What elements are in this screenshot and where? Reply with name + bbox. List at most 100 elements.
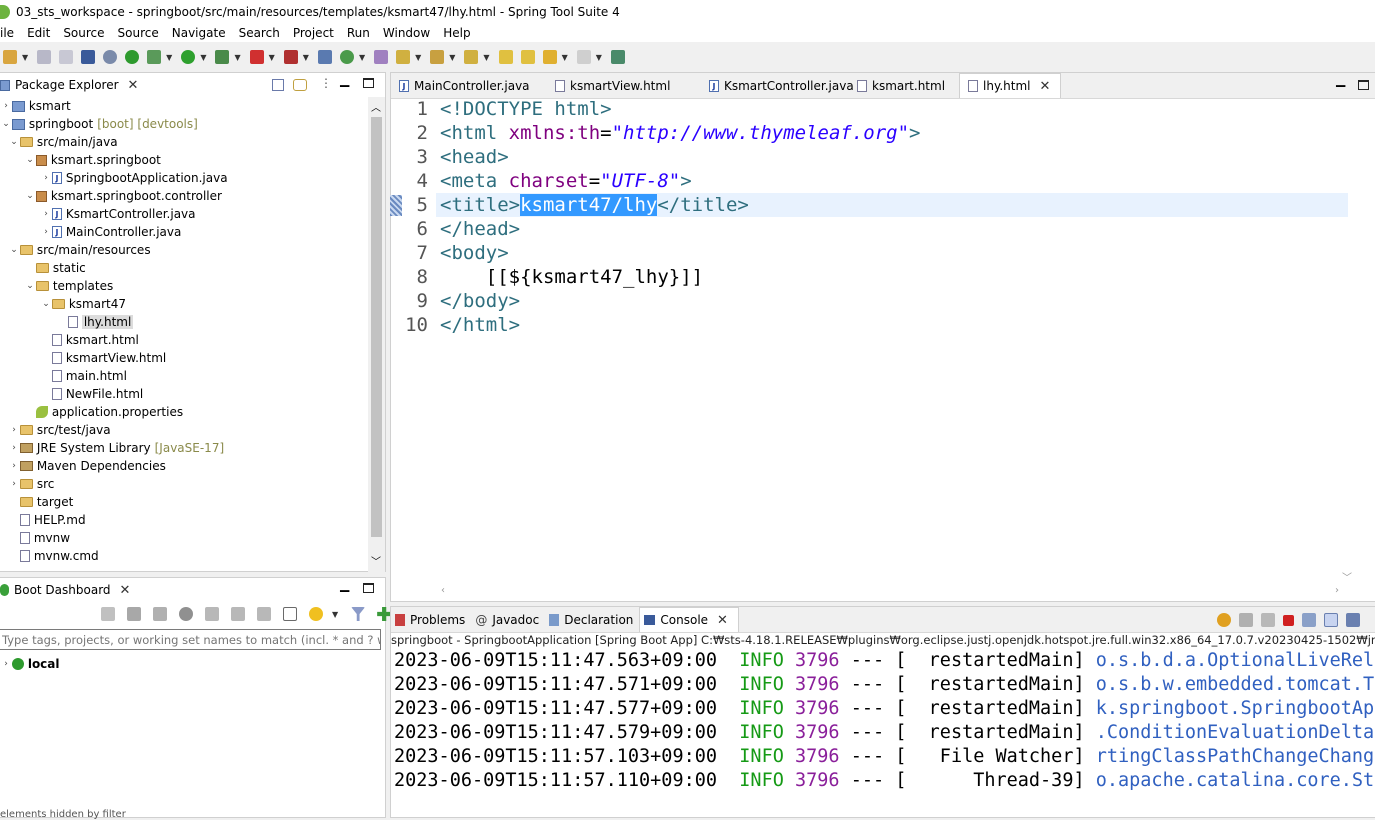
chevron-down-icon[interactable]: ▼: [269, 53, 275, 62]
link-editor-icon[interactable]: [293, 79, 307, 91]
edit-icon[interactable]: [257, 607, 271, 621]
scroll-down-icon[interactable]: ﹀: [1342, 569, 1352, 584]
remove-launch-icon[interactable]: [1239, 613, 1253, 627]
chevron-down-icon[interactable]: ⌄: [24, 281, 36, 291]
tree-item[interactable]: ksmartView.html: [40, 349, 166, 367]
chevron-right-icon[interactable]: ›: [8, 443, 20, 453]
chevron-down-icon[interactable]: ▼: [449, 53, 455, 62]
chevron-down-icon[interactable]: ▼: [483, 53, 489, 62]
tree-item[interactable]: NewFile.html: [40, 385, 143, 403]
tree-item[interactable]: ⌄ src/main/java: [8, 133, 117, 151]
menu-file[interactable]: ile: [0, 26, 14, 40]
maximize-icon[interactable]: [1358, 80, 1369, 90]
tree-item[interactable]: › J KsmartController.java: [40, 205, 195, 223]
tab-boot-dashboard[interactable]: Boot Dashboard ✕: [0, 578, 141, 602]
open-task-icon[interactable]: [396, 50, 411, 64]
chevron-right-icon[interactable]: ›: [40, 209, 52, 219]
tree-item-local[interactable]: › local: [0, 655, 59, 673]
editor-scrollbar-vertical[interactable]: ﹀: [1339, 99, 1356, 589]
tree-item[interactable]: › ksmart: [0, 97, 71, 115]
tree-item[interactable]: › JRE System Library [JavaSE-17]: [8, 439, 224, 457]
stop-icon[interactable]: [153, 607, 167, 621]
chevron-down-icon[interactable]: ⌄: [24, 191, 36, 201]
menu-run[interactable]: Run: [347, 26, 370, 40]
relaunch-icon[interactable]: [283, 50, 298, 64]
maximize-icon[interactable]: [363, 78, 374, 88]
chevron-down-icon[interactable]: ▼: [562, 53, 568, 62]
chevron-right-icon[interactable]: ›: [40, 173, 52, 183]
tree-item[interactable]: ksmart.html: [40, 331, 139, 349]
close-icon[interactable]: ✕: [717, 613, 728, 628]
maximize-icon[interactable]: [363, 583, 374, 593]
chevron-down-icon[interactable]: ⌄: [8, 137, 20, 147]
run-external-icon[interactable]: [215, 50, 230, 64]
console-icon[interactable]: [205, 607, 219, 621]
window-icon[interactable]: [317, 50, 332, 64]
tab-problems[interactable]: Problems: [391, 607, 471, 632]
tree-item[interactable]: › src/test/java: [8, 421, 110, 439]
code-line[interactable]: </html>: [440, 313, 520, 337]
forward-edit-icon[interactable]: [520, 50, 535, 64]
chevron-right-icon[interactable]: ›: [0, 101, 12, 111]
tree-item[interactable]: ⌄ springboot [boot] [devtools]: [0, 115, 198, 133]
debug-icon[interactable]: [147, 50, 162, 64]
clear-console-icon[interactable]: [1302, 613, 1316, 627]
chevron-right-icon[interactable]: ›: [40, 227, 52, 237]
chevron-down-icon[interactable]: ▼: [359, 53, 365, 62]
tree-item-selected[interactable]: lhy.html: [56, 313, 134, 331]
open-type-icon[interactable]: [374, 50, 389, 64]
code-line[interactable]: </body>: [440, 289, 520, 313]
tree-item[interactable]: › Maven Dependencies: [8, 457, 166, 475]
code-line[interactable]: <title>ksmart47/lhy</title>: [440, 193, 749, 217]
collapse-all-icon[interactable]: [272, 79, 284, 91]
minimize-icon[interactable]: ▁: [1336, 73, 1345, 87]
chevron-right-icon[interactable]: ›: [0, 659, 12, 669]
lightbulb-icon[interactable]: [309, 607, 323, 621]
chevron-down-icon[interactable]: ▼: [332, 610, 338, 619]
debug-icon[interactable]: [127, 607, 141, 621]
deploy-icon[interactable]: [231, 607, 245, 621]
minimize-icon[interactable]: ▁: [340, 73, 349, 87]
tab-ksmart-view[interactable]: ksmartView.html: [547, 73, 701, 98]
new-java-icon[interactable]: [339, 50, 354, 64]
code-line[interactable]: [[${ksmart47_lhy}]]: [440, 265, 703, 289]
tree-item[interactable]: static: [24, 259, 86, 277]
menu-edit[interactable]: Edit: [27, 26, 50, 40]
code-line[interactable]: <head>: [440, 145, 509, 169]
pin-console-icon[interactable]: [1346, 613, 1360, 627]
edit-location-icon[interactable]: [498, 50, 513, 64]
save-all-icon[interactable]: [59, 50, 74, 64]
tab-ksmart-controller[interactable]: J KsmartController.java: [701, 73, 854, 98]
scroll-left-icon[interactable]: ‹: [441, 585, 445, 596]
chevron-down-icon[interactable]: ▼: [596, 53, 602, 62]
tab-declaration[interactable]: Declaration: [545, 607, 639, 632]
chevron-right-icon[interactable]: ›: [8, 479, 20, 489]
close-icon[interactable]: ✕: [120, 583, 131, 598]
perspective-icon[interactable]: [610, 50, 625, 64]
stop-icon[interactable]: [249, 50, 264, 64]
scroll-right-icon[interactable]: ›: [1335, 585, 1339, 596]
relaunch-icon[interactable]: [1217, 613, 1231, 627]
minimize-icon[interactable]: ▁: [340, 578, 349, 592]
tree-item[interactable]: ⌄ ksmart.springboot.controller: [24, 187, 222, 205]
tree-item[interactable]: › J MainController.java: [40, 223, 181, 241]
chevron-down-icon[interactable]: ▼: [166, 53, 172, 62]
chevron-down-icon[interactable]: ▼: [200, 53, 206, 62]
tab-package-explorer[interactable]: Package Explorer ✕: [0, 73, 149, 97]
start-icon[interactable]: [101, 607, 115, 621]
tree-item[interactable]: main.html: [40, 367, 127, 385]
tab-lhy-html[interactable]: lhy.html ✕: [959, 73, 1062, 98]
remove-all-icon[interactable]: [1261, 613, 1275, 627]
run-icon[interactable]: [181, 50, 196, 64]
scrollbar-thumb[interactable]: [371, 117, 382, 537]
terminate-icon[interactable]: [1283, 614, 1294, 626]
table-icon[interactable]: [283, 607, 297, 621]
filter-icon[interactable]: [351, 607, 366, 621]
tree-item[interactable]: › src: [8, 475, 54, 493]
menu-search[interactable]: Search: [239, 26, 280, 40]
menu-help[interactable]: Help: [443, 26, 470, 40]
chevron-down-icon[interactable]: ▼: [234, 53, 240, 62]
tree-item[interactable]: › J SpringbootApplication.java: [40, 169, 227, 187]
tab-ksmart-html[interactable]: ksmart.html: [849, 73, 959, 98]
chevron-down-icon[interactable]: ▼: [415, 53, 421, 62]
